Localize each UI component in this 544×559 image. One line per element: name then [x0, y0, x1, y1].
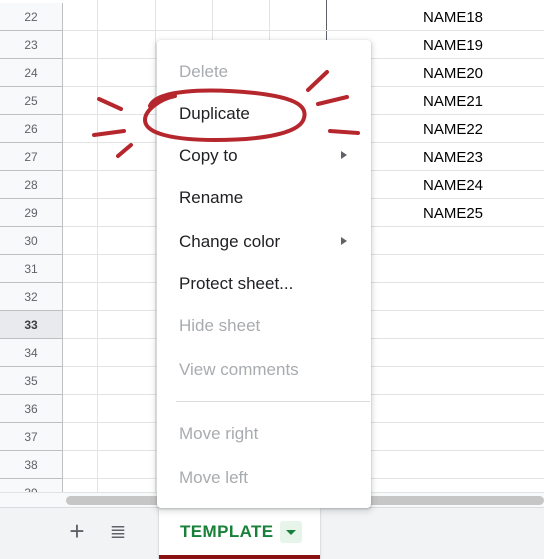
row-header[interactable]: 34 — [0, 339, 63, 367]
menu-item-protect-sheet[interactable]: Protect sheet... — [157, 264, 371, 304]
row-header[interactable]: 27 — [0, 143, 63, 171]
menu-item-change-color[interactable]: Change color — [157, 222, 371, 262]
row-header[interactable]: 36 — [0, 395, 63, 423]
menu-item-hide-sheet: Hide sheet — [157, 306, 371, 346]
sheet-tab-underline — [159, 555, 320, 559]
cell-value[interactable]: NAME25 — [423, 199, 483, 227]
menu-item-rename[interactable]: Rename — [157, 178, 371, 218]
menu-item-copy-to[interactable]: Copy to — [157, 136, 371, 176]
row-header[interactable]: 22 — [0, 3, 63, 31]
sheet-tab-bar: + ≣ TEMPLATE — [0, 507, 544, 559]
row-header[interactable]: 32 — [0, 283, 63, 311]
menu-item-view-comments: View comments — [157, 350, 371, 390]
list-icon[interactable]: ≣ — [104, 518, 132, 546]
menu-item-label: View comments — [179, 360, 299, 379]
row-header[interactable]: 39 — [0, 479, 63, 492]
menu-item-move-left: Move left — [157, 458, 371, 498]
menu-item-label: Move left — [179, 468, 248, 487]
menu-item-move-right: Move right — [157, 414, 371, 454]
table-row[interactable]: 22 NAME18 — [0, 3, 544, 31]
menu-item-label: Move right — [179, 424, 259, 443]
plus-icon[interactable]: + — [63, 518, 91, 546]
menu-item-delete: Delete — [157, 52, 371, 92]
sheet-tab-label: TEMPLATE — [180, 522, 274, 541]
row-header[interactable]: 26 — [0, 115, 63, 143]
menu-item-label: Rename — [179, 188, 244, 207]
sheet-tab-template[interactable]: TEMPLATE — [159, 508, 320, 559]
row-header[interactable]: 38 — [0, 451, 63, 479]
menu-item-label: Duplicate — [179, 104, 250, 123]
row-header[interactable]: 24 — [0, 59, 63, 87]
cell-value[interactable]: NAME18 — [423, 3, 483, 31]
menu-item-duplicate[interactable]: Duplicate — [157, 94, 371, 134]
chevron-down-icon[interactable] — [280, 521, 302, 543]
row-header[interactable]: 29 — [0, 199, 63, 227]
submenu-arrow-icon — [341, 237, 347, 245]
row-header[interactable]: 28 — [0, 171, 63, 199]
menu-item-label: Change color — [179, 232, 281, 251]
menu-item-label: Protect sheet... — [179, 274, 294, 293]
row-header[interactable]: 30 — [0, 227, 63, 255]
row-header[interactable]: 31 — [0, 255, 63, 283]
row-header[interactable]: 23 — [0, 31, 63, 59]
sheet-context-menu: Delete Duplicate Copy to Rename Change c… — [157, 40, 371, 508]
cell-value[interactable]: NAME24 — [423, 171, 483, 199]
submenu-arrow-icon — [341, 151, 347, 159]
row-header[interactable]: 37 — [0, 423, 63, 451]
cell-value[interactable]: NAME20 — [423, 59, 483, 87]
row-header[interactable]: 25 — [0, 87, 63, 115]
menu-item-label: Delete — [179, 62, 229, 81]
cell-value[interactable]: NAME21 — [423, 87, 483, 115]
row-header[interactable]: 35 — [0, 367, 63, 395]
cell-value[interactable]: NAME19 — [423, 31, 483, 59]
menu-item-label: Copy to — [179, 146, 238, 165]
cell-value[interactable]: NAME22 — [423, 115, 483, 143]
row-header[interactable]: 33 — [0, 311, 63, 339]
cell-value[interactable]: NAME23 — [423, 143, 483, 171]
menu-separator — [176, 401, 370, 402]
menu-item-label: Hide sheet — [179, 316, 261, 335]
